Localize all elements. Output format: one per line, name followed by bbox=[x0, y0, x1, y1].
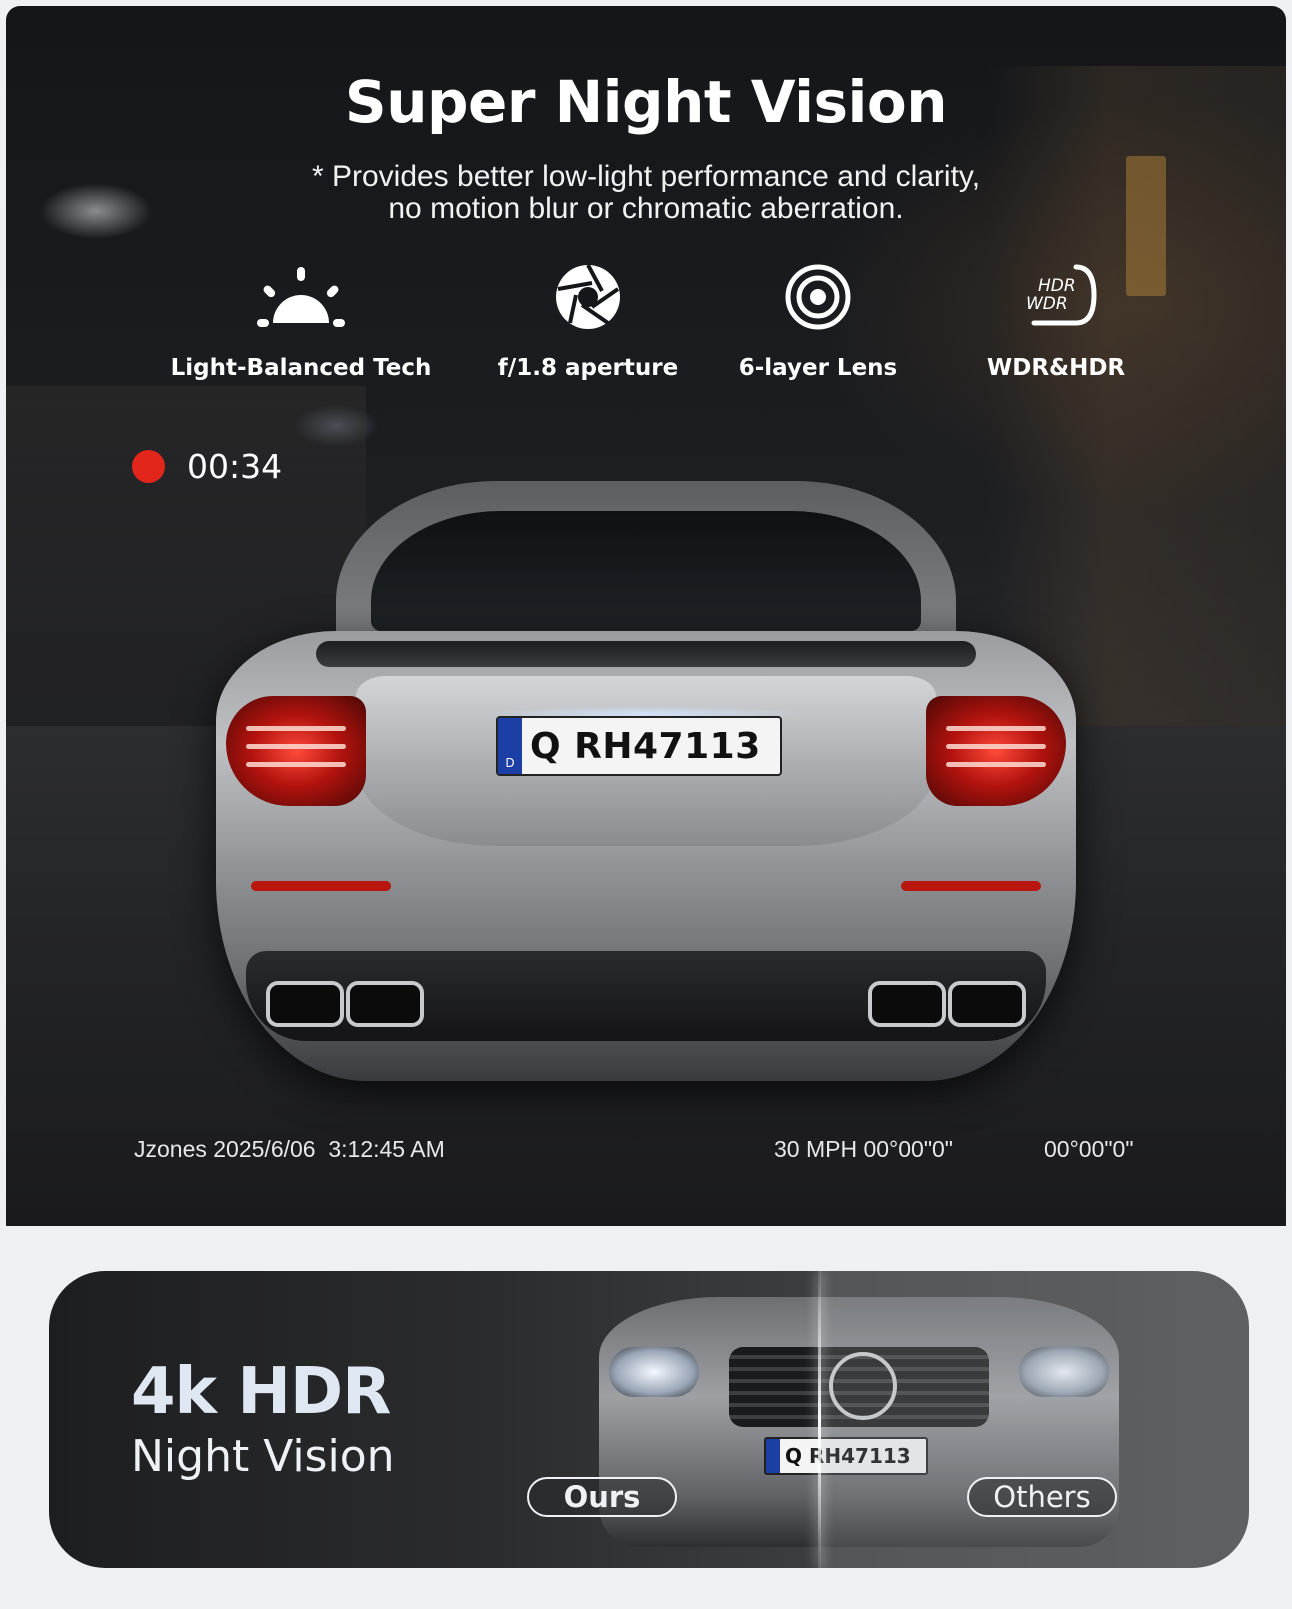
recording-indicator: 00:34 bbox=[132, 446, 282, 486]
ours-label: Ours bbox=[527, 1477, 677, 1517]
dashcam-timestamp: Jzones 2025/6/06 3:12:45 AM bbox=[134, 1136, 445, 1162]
eu-flag-icon: D bbox=[498, 718, 522, 774]
dashcam-speed: 30 MPH 00°00"0" bbox=[774, 1136, 953, 1162]
hero-subtitle: * Provides better low-light performance … bbox=[311, 160, 981, 225]
night-vision-hero: Super Night Vision * Provides better low… bbox=[6, 6, 1286, 1226]
record-dot-icon bbox=[132, 449, 165, 483]
tail-light-left bbox=[226, 696, 366, 806]
comparison-subheading: Night Vision bbox=[131, 1431, 395, 1482]
feature-label: Light-Balanced Tech bbox=[170, 355, 432, 381]
svg-text:HDR: HDR bbox=[1038, 276, 1076, 296]
feature-light-balanced: Light-Balanced Tech bbox=[161, 261, 441, 381]
others-label: Others bbox=[967, 1477, 1117, 1517]
aperture-icon bbox=[556, 264, 620, 329]
lens-icon bbox=[785, 264, 851, 330]
feature-list: Light-Balanced Tech f/1.8 aperture 6-lay… bbox=[6, 261, 1286, 391]
dashcam-coordinates: 00°00"0" bbox=[1044, 1136, 1134, 1162]
tail-light-right bbox=[926, 696, 1066, 806]
hdr-comparison-card: 4k HDR Night Vision Q RH47113 Ours Other… bbox=[49, 1271, 1249, 1568]
hero-title: Super Night Vision bbox=[344, 68, 948, 136]
comparison-divider bbox=[818, 1271, 821, 1568]
hdr-wdr-icon: HDR WDR bbox=[1026, 264, 1097, 326]
svg-text:WDR: WDR bbox=[1026, 294, 1068, 314]
feature-wdr-hdr: HDR WDR WDR&HDR bbox=[916, 261, 1196, 381]
sun-icon bbox=[257, 267, 345, 327]
recording-time: 00:34 bbox=[187, 446, 283, 486]
feature-label: WDR&HDR bbox=[986, 355, 1126, 381]
car-rear-image: D Q RH47113 bbox=[206, 481, 1086, 1121]
comparison-heading: 4k HDR bbox=[131, 1355, 391, 1429]
license-plate: D Q RH47113 bbox=[496, 716, 782, 776]
